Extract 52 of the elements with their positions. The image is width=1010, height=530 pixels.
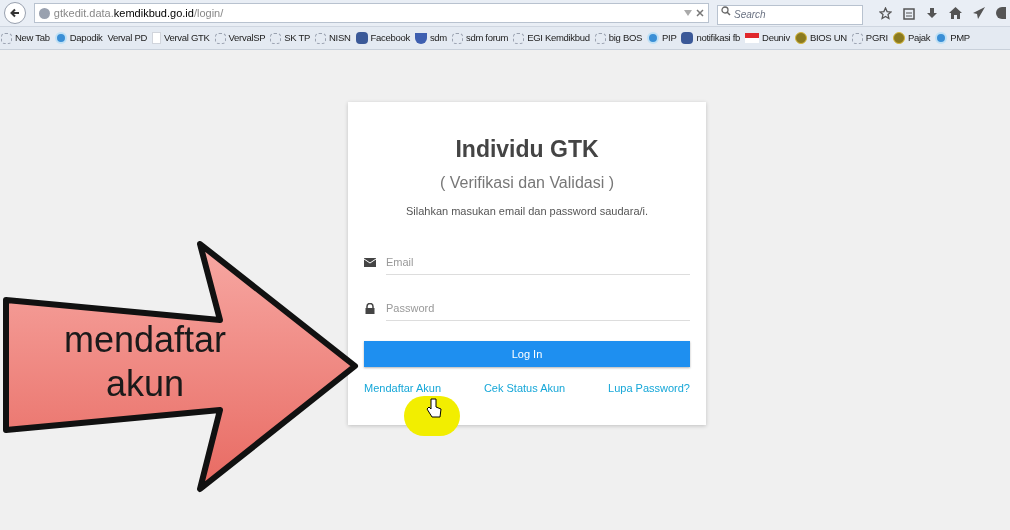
bookmark-item[interactable]: Pajak — [907, 30, 931, 46]
globe-icon — [54, 32, 67, 44]
globe-icon — [38, 7, 50, 19]
back-arrow-icon — [8, 7, 21, 19]
shield-icon — [414, 32, 427, 44]
login-instruction: Silahkan masukan email dan password saudara/i. — [405, 203, 649, 219]
bookmark-item[interactable]: Facebook — [370, 30, 410, 46]
arrow-label: mendaftar akun — [62, 318, 228, 406]
download-icon[interactable] — [926, 6, 938, 20]
login-title: Individu GTK — [455, 135, 599, 164]
bookmark-item[interactable]: notifikasi fb — [696, 30, 741, 46]
facebook-icon — [355, 32, 368, 44]
envelope-icon — [364, 257, 376, 267]
clipboard-icon[interactable] — [903, 6, 915, 20]
login-subtitle: ( Verifikasi dan Validasi ) — [440, 172, 614, 193]
password-field[interactable]: Password — [386, 295, 690, 321]
star-icon[interactable] — [879, 6, 892, 20]
bookmark-item[interactable]: Dapodik — [69, 30, 103, 46]
bookmark-item[interactable]: SK TP — [284, 30, 311, 46]
hand-cursor-icon — [426, 398, 442, 418]
emblem-icon — [892, 32, 905, 44]
bookmark-item[interactable]: BIOS UN — [809, 30, 847, 46]
lock-icon — [364, 302, 376, 314]
send-icon[interactable] — [973, 7, 985, 19]
page-icon — [152, 32, 161, 44]
bookmark-item[interactable]: sdm forum — [465, 30, 509, 46]
bookmark-item[interactable]: New Tab — [15, 30, 50, 46]
flag-icon — [745, 33, 760, 43]
address-bar[interactable]: gtkedit.data.kemdikbud.go.id/login/ — [33, 3, 709, 23]
bookmark-item[interactable]: sdm — [429, 30, 447, 46]
home-icon[interactable] — [949, 7, 962, 19]
emblem-icon — [794, 32, 807, 44]
search-field[interactable]: Search — [717, 4, 863, 25]
email-field[interactable]: Email — [386, 249, 690, 275]
bookmark-item[interactable]: PIP — [662, 30, 677, 46]
bookmark-item[interactable]: Verval PD — [107, 30, 147, 46]
bookmark-item[interactable]: PMP — [950, 30, 970, 46]
globe-icon — [935, 32, 948, 44]
bookmark-item[interactable]: Verval GTK — [164, 30, 210, 46]
bookmark-item[interactable]: big BOS — [608, 30, 643, 46]
bookmark-item[interactable]: VervalSP — [228, 30, 266, 46]
bookmark-item[interactable]: Deuniv — [762, 30, 790, 46]
close-icon[interactable] — [696, 9, 704, 17]
search-icon — [721, 6, 731, 16]
bookmark-item[interactable]: EGI Kemdikbud — [527, 30, 590, 46]
bookmark-item[interactable]: PGRI — [865, 30, 888, 46]
back-button[interactable] — [4, 2, 26, 24]
cursor-highlight — [404, 396, 460, 436]
facebook-icon — [681, 32, 694, 44]
bookmark-item[interactable]: NISN — [329, 30, 351, 46]
url-text: gtkedit.data.kemdikbud.go.id/login/ — [53, 5, 225, 21]
globe-icon — [647, 32, 660, 44]
